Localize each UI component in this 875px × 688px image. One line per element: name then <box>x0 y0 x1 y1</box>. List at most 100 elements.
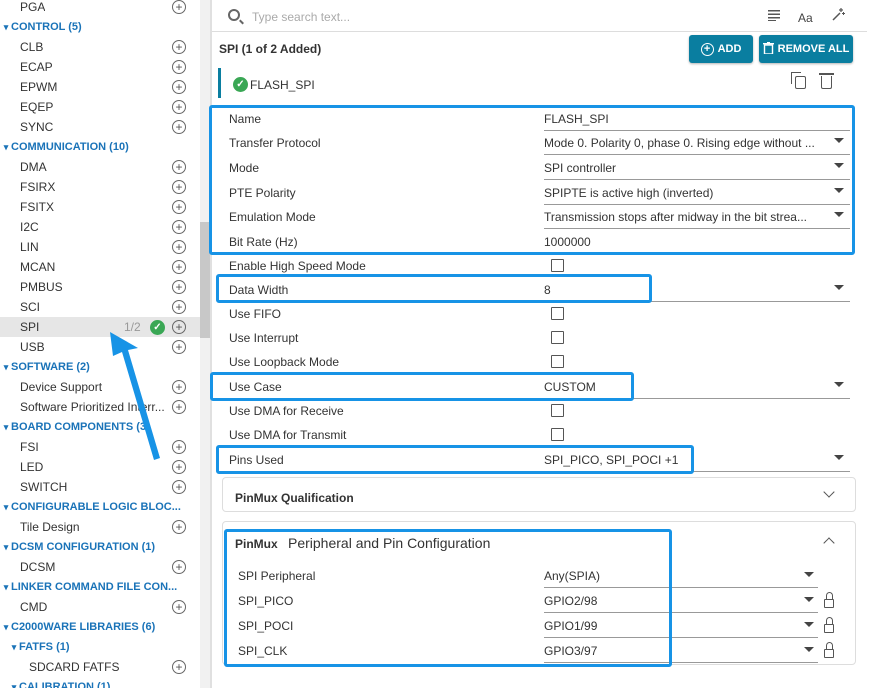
add-circle-icon[interactable]: + <box>172 200 186 214</box>
add-circle-icon[interactable]: + <box>172 320 186 334</box>
font-size-icon[interactable]: Aa <box>798 11 813 25</box>
pinmux-select[interactable]: GPIO3/97 <box>544 644 597 658</box>
add-circle-icon[interactable]: + <box>172 80 186 94</box>
property-input[interactable]: FLASH_SPI <box>544 112 816 126</box>
sidebar-scrollbar-track[interactable] <box>200 0 210 688</box>
sidebar-item-eqep[interactable]: EQEP + <box>0 97 200 117</box>
add-circle-icon[interactable]: + <box>172 260 186 274</box>
sidebar-item-dma[interactable]: DMA + <box>0 157 200 177</box>
sidebar-item-lin[interactable]: LIN + <box>0 237 200 257</box>
property-select[interactable]: SPI_PICO, SPI_POCI +1 <box>544 453 816 467</box>
pinmux-qualification-panel[interactable]: PinMux Qualification <box>222 477 856 512</box>
chevron-up-icon[interactable] <box>823 537 835 549</box>
caret-down-icon[interactable]: ▾ <box>1 582 11 593</box>
search-input[interactable] <box>252 7 732 27</box>
add-circle-icon[interactable]: + <box>172 400 186 414</box>
caret-down-icon[interactable]: ▾ <box>9 642 19 653</box>
sidebar-category-dcsm-configuration[interactable]: ▾ DCSM CONFIGURATION (1) <box>0 537 200 557</box>
remove-all-button[interactable]: REMOVE ALL <box>759 35 853 63</box>
property-select[interactable]: 8 <box>544 283 816 297</box>
caret-down-icon[interactable]: ▾ <box>1 542 11 553</box>
pinmux-select[interactable]: GPIO1/99 <box>544 619 597 633</box>
lock-icon[interactable] <box>824 617 834 633</box>
property-select[interactable]: Mode 0. Polarity 0, phase 0. Rising edge… <box>544 136 816 150</box>
checkbox[interactable] <box>551 355 564 368</box>
checkbox[interactable] <box>551 259 564 272</box>
caret-down-icon[interactable]: ▾ <box>1 422 11 433</box>
add-circle-icon[interactable]: + <box>172 560 186 574</box>
delete-icon[interactable] <box>819 73 834 89</box>
add-circle-icon[interactable]: + <box>172 280 186 294</box>
sidebar-item-sci[interactable]: SCI + <box>0 297 200 317</box>
caret-down-icon[interactable]: ▾ <box>1 362 11 373</box>
sidebar-category-linker-command-file[interactable]: ▾ LINKER COMMAND FILE CON... <box>0 577 200 597</box>
dropdown-caret-icon[interactable] <box>834 188 844 193</box>
property-input[interactable]: 1000000 <box>544 235 816 249</box>
sidebar-item-pmbus[interactable]: PMBUS + <box>0 277 200 297</box>
add-button[interactable]: + ADD <box>689 35 753 63</box>
caret-down-icon[interactable]: ▾ <box>1 142 11 153</box>
sidebar-item-sync[interactable]: SYNC + <box>0 117 200 137</box>
dropdown-caret-icon[interactable] <box>834 285 844 290</box>
sidebar-item-ecap[interactable]: ECAP + <box>0 57 200 77</box>
checkbox[interactable] <box>551 404 564 417</box>
dropdown-caret-icon[interactable] <box>804 647 814 652</box>
add-circle-icon[interactable]: + <box>172 120 186 134</box>
add-circle-icon[interactable]: + <box>172 440 186 454</box>
list-icon[interactable] <box>768 9 780 24</box>
sidebar-category-software[interactable]: ▾ SOFTWARE (2) <box>0 357 200 377</box>
dropdown-caret-icon[interactable] <box>804 622 814 627</box>
sidebar-item-software-prioritized-interrupts[interactable]: Software Prioritized Interr... + <box>0 397 200 417</box>
dropdown-caret-icon[interactable] <box>834 138 844 143</box>
add-circle-icon[interactable]: + <box>172 660 186 674</box>
sidebar-item-fsi[interactable]: FSI + <box>0 437 200 457</box>
property-select[interactable]: CUSTOM <box>544 380 816 394</box>
copy-icon[interactable] <box>791 72 806 89</box>
add-circle-icon[interactable]: + <box>172 40 186 54</box>
add-circle-icon[interactable]: + <box>172 600 186 614</box>
lock-icon[interactable] <box>824 642 834 658</box>
add-circle-icon[interactable]: + <box>172 300 186 314</box>
sidebar-item-dcsm[interactable]: DCSM + <box>0 557 200 577</box>
add-circle-icon[interactable]: + <box>172 380 186 394</box>
magic-wand-icon[interactable] <box>832 8 845 24</box>
dropdown-caret-icon[interactable] <box>834 382 844 387</box>
caret-down-icon[interactable]: ▾ <box>1 622 11 633</box>
property-select[interactable]: SPIPTE is active high (inverted) <box>544 186 816 200</box>
add-circle-icon[interactable]: + <box>172 60 186 74</box>
sidebar-item-tile-design[interactable]: Tile Design + <box>0 517 200 537</box>
property-select[interactable]: Transmission stops after midway in the b… <box>544 210 816 224</box>
property-select[interactable]: SPI controller <box>544 161 816 175</box>
sidebar-item-device-support[interactable]: Device Support + <box>0 377 200 397</box>
sidebar-category-control[interactable]: ▾ CONTROL (5) <box>0 17 200 37</box>
lock-icon[interactable] <box>824 592 834 608</box>
dropdown-caret-icon[interactable] <box>804 597 814 602</box>
add-circle-icon[interactable]: + <box>172 100 186 114</box>
sidebar-category-configurable-logic-block[interactable]: ▾ CONFIGURABLE LOGIC BLOC... <box>0 497 200 517</box>
sidebar-item-sdcard-fatfs[interactable]: SDCARD FATFS + <box>0 657 200 677</box>
checkbox[interactable] <box>551 307 564 320</box>
add-circle-icon[interactable]: + <box>172 340 186 354</box>
sidebar-item-cmd[interactable]: CMD + <box>0 597 200 617</box>
pinmux-select[interactable]: Any(SPIA) <box>544 569 600 583</box>
caret-down-icon[interactable]: ▾ <box>9 682 19 688</box>
sidebar-item-switch[interactable]: SWITCH + <box>0 477 200 497</box>
sidebar-item-fsitx[interactable]: FSITX + <box>0 197 200 217</box>
dropdown-caret-icon[interactable] <box>834 163 844 168</box>
add-circle-icon[interactable]: + <box>172 180 186 194</box>
add-circle-icon[interactable]: + <box>172 520 186 534</box>
add-circle-icon[interactable]: + <box>172 460 186 474</box>
sidebar-item-epwm[interactable]: EPWM + <box>0 77 200 97</box>
chevron-down-icon[interactable] <box>823 486 835 498</box>
sidebar-scrollbar-thumb[interactable] <box>200 222 210 338</box>
sidebar-category-communication[interactable]: ▾ COMMUNICATION (10) <box>0 137 200 157</box>
sidebar-category-fatfs[interactable]: ▾ FATFS (1) <box>0 637 200 657</box>
checkbox[interactable] <box>551 331 564 344</box>
dropdown-caret-icon[interactable] <box>834 455 844 460</box>
add-circle-icon[interactable]: + <box>172 0 186 14</box>
sidebar-item-clb[interactable]: CLB + <box>0 37 200 57</box>
sidebar-item-fsirx[interactable]: FSIRX + <box>0 177 200 197</box>
sidebar-category-board-components[interactable]: ▾ BOARD COMPONENTS (3) <box>0 417 200 437</box>
sidebar-item-spi[interactable]: SPI 1/2 ✓ + <box>0 317 200 337</box>
checkbox[interactable] <box>551 428 564 441</box>
